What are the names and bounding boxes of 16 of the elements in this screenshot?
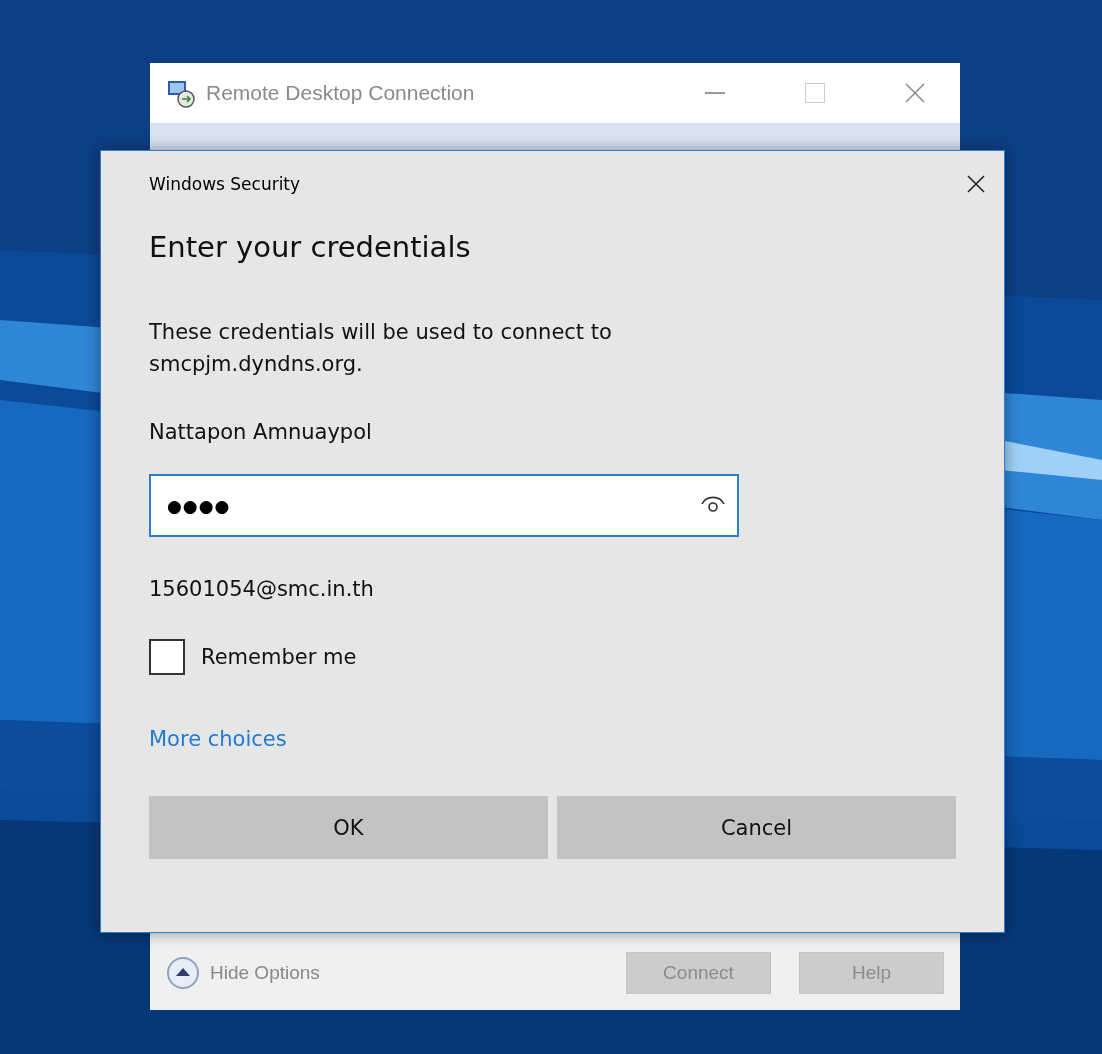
dialog-heading: Enter your credentials (149, 230, 472, 266)
window-title: Remote Desktop Connection (206, 81, 476, 105)
password-field[interactable]: ●●●● (149, 474, 739, 537)
message-text: These credentials will be used to connect to smcpjm.dyndns.org. (149, 319, 613, 378)
ok-button[interactable]: OK (149, 796, 548, 859)
account-text: 15601054@smc.in.th (149, 577, 375, 601)
collapse-icon[interactable] (166, 955, 200, 990)
more-choices-link[interactable]: More choices (149, 727, 287, 751)
close-icon[interactable] (905, 83, 925, 103)
remember-checkbox[interactable] (149, 639, 185, 675)
remote-desktop-icon (166, 78, 196, 108)
cancel-button[interactable]: Cancel (557, 796, 956, 859)
hide-options-link[interactable]: Hide Options (210, 961, 598, 984)
dialog-title: Windows Security (149, 174, 301, 194)
user-name: Nattapon Amnuaypol (149, 420, 373, 444)
checkbox-label: Remember me (201, 645, 357, 669)
